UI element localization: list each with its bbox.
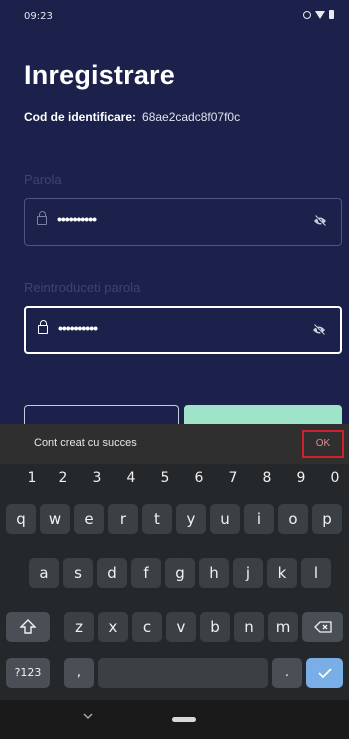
symbols-key[interactable]: ?123 bbox=[6, 658, 50, 688]
key-5[interactable]: 5 bbox=[155, 470, 175, 486]
keyboard-row-3: z x c v b n m bbox=[0, 612, 349, 644]
key-t[interactable]: t bbox=[142, 504, 172, 534]
battery-icon bbox=[329, 10, 334, 19]
shift-key[interactable] bbox=[6, 612, 50, 642]
key-s[interactable]: s bbox=[63, 558, 93, 588]
key-r[interactable]: r bbox=[108, 504, 138, 534]
key-8[interactable]: 8 bbox=[257, 470, 277, 486]
home-pill[interactable] bbox=[172, 717, 196, 722]
identification-code: Cod de identificare: 68ae2cadc8f07f0c bbox=[24, 110, 240, 124]
key-f[interactable]: f bbox=[131, 558, 161, 588]
confirm-password-value: •••••••••• bbox=[58, 320, 98, 336]
password-label: Parola bbox=[24, 172, 62, 187]
status-time: 09:23 bbox=[24, 11, 53, 22]
key-p[interactable]: p bbox=[312, 504, 342, 534]
keyboard: 1 2 3 4 5 6 7 8 9 0 q w e r t y u i o p … bbox=[0, 464, 349, 700]
space-key[interactable] bbox=[98, 658, 268, 688]
shift-icon bbox=[19, 619, 37, 634]
lock-icon bbox=[37, 211, 47, 225]
key-m[interactable]: m bbox=[268, 612, 298, 642]
keyboard-number-row: 1 2 3 4 5 6 7 8 9 0 bbox=[0, 470, 349, 502]
enter-key[interactable] bbox=[306, 658, 343, 688]
snackbar-ok-button[interactable]: OK bbox=[302, 430, 344, 458]
key-o[interactable]: o bbox=[278, 504, 308, 534]
key-v[interactable]: v bbox=[166, 612, 196, 642]
navigation-bar bbox=[0, 700, 349, 739]
id-value: 68ae2cadc8f07f0c bbox=[142, 110, 241, 124]
key-n[interactable]: n bbox=[234, 612, 264, 642]
key-0[interactable]: 0 bbox=[325, 470, 345, 486]
password-field[interactable]: •••••••••• bbox=[24, 198, 342, 246]
key-9[interactable]: 9 bbox=[291, 470, 311, 486]
confirm-password-field[interactable]: •••••••••• bbox=[24, 306, 342, 354]
keyboard-row-2: a s d f g h j k l bbox=[0, 558, 349, 590]
confirm-password-label: Reintroduceti parola bbox=[24, 280, 141, 295]
page-title: Inregistrare bbox=[24, 60, 175, 90]
snackbar: Cont creat cu succes OK bbox=[0, 424, 349, 464]
key-1[interactable]: 1 bbox=[22, 470, 42, 486]
key-u[interactable]: u bbox=[210, 504, 240, 534]
checkmark-icon bbox=[317, 668, 332, 679]
eye-off-icon[interactable] bbox=[313, 215, 327, 227]
status-bar: 09:23 bbox=[0, 0, 349, 34]
key-g[interactable]: g bbox=[165, 558, 195, 588]
key-2[interactable]: 2 bbox=[53, 470, 73, 486]
eye-off-icon[interactable] bbox=[312, 324, 326, 336]
key-4[interactable]: 4 bbox=[121, 470, 141, 486]
password-value: •••••••••• bbox=[57, 211, 97, 227]
key-7[interactable]: 7 bbox=[223, 470, 243, 486]
lock-icon bbox=[38, 320, 48, 334]
key-d[interactable]: d bbox=[97, 558, 127, 588]
status-icons bbox=[303, 10, 334, 19]
key-k[interactable]: k bbox=[267, 558, 297, 588]
key-e[interactable]: e bbox=[74, 504, 104, 534]
keyboard-row-4: ?123 , . bbox=[0, 658, 349, 690]
key-w[interactable]: w bbox=[40, 504, 70, 534]
key-i[interactable]: i bbox=[244, 504, 274, 534]
period-key[interactable]: . bbox=[272, 658, 302, 688]
wifi-icon bbox=[315, 10, 325, 19]
key-c[interactable]: c bbox=[132, 612, 162, 642]
key-q[interactable]: q bbox=[6, 504, 36, 534]
key-h[interactable]: h bbox=[199, 558, 229, 588]
key-j[interactable]: j bbox=[233, 558, 263, 588]
chevron-down-icon[interactable] bbox=[83, 712, 93, 720]
backspace-icon bbox=[313, 621, 332, 633]
id-label: Cod de identificare: bbox=[24, 110, 137, 124]
key-3[interactable]: 3 bbox=[87, 470, 107, 486]
keyboard-row-1: q w e r t y u i o p bbox=[0, 504, 349, 536]
sync-icon bbox=[303, 10, 311, 19]
snackbar-message: Cont creat cu succes bbox=[34, 437, 137, 449]
key-y[interactable]: y bbox=[176, 504, 206, 534]
key-6[interactable]: 6 bbox=[189, 470, 209, 486]
backspace-key[interactable] bbox=[302, 612, 343, 642]
key-z[interactable]: z bbox=[64, 612, 94, 642]
comma-key[interactable]: , bbox=[64, 658, 94, 688]
key-l[interactable]: l bbox=[301, 558, 331, 588]
key-x[interactable]: x bbox=[98, 612, 128, 642]
key-a[interactable]: a bbox=[29, 558, 59, 588]
key-b[interactable]: b bbox=[200, 612, 230, 642]
